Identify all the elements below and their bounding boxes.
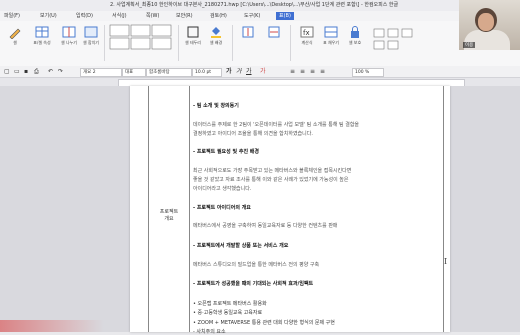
paragraph-line: 결정하였고 아이디어 조율을 통해 의견을 합치하였습니다. [193, 131, 313, 137]
paragraph-line: 데이터스를 주제로 한 2팀이 '오픈데이터를 사업 모델' 팀 소개를 통해 … [193, 122, 360, 128]
equal-width-icon [268, 26, 280, 38]
fill-table-icon [324, 26, 338, 38]
title-bar: 2. 사업계획서_최종10 한인하이브 대구본사_2180271.hwp [C:… [0, 0, 520, 11]
underline-icon[interactable]: 가 [246, 67, 252, 76]
section-heading: - 프로젝트가 성공했을 때의 기대되는 사회적 효과/임팩트 [193, 281, 314, 287]
bold-icon[interactable]: 가 [226, 67, 232, 76]
print-icon[interactable]: ⎙ [34, 67, 39, 76]
table-style-gallery[interactable] [108, 24, 174, 51]
table-content-cell[interactable]: - 팀 소개 및 창의동기데이터스를 주제로 한 2팀이 '오픈데이터를 사업 … [188, 86, 444, 335]
split-cell-icon [62, 26, 76, 38]
text-cursor-icon: I [444, 257, 448, 266]
menu-file[interactable]: 파일(F) [4, 11, 20, 21]
webcam-label: 이용 [463, 42, 476, 48]
ribbon-fill-table-button[interactable]: 표 채우기 [320, 25, 342, 46]
align-right-icon[interactable]: ≡ [310, 67, 315, 76]
align-justify-icon[interactable]: ≡ [320, 67, 325, 76]
menu-table[interactable]: 표(B) [276, 12, 294, 20]
new-doc-icon[interactable]: ▢ [4, 67, 10, 76]
menu-insert[interactable]: 입력(D) [76, 11, 93, 21]
pencil-icon [9, 28, 21, 40]
paragraph-line: 메타버스 스튜디오의 빌드업을 통한 메타버스 전의 평양 구축 [193, 262, 320, 268]
section-heading: - 프로젝트에서 개발할 상품 또는 서비스 개요 [193, 243, 289, 249]
menu-security[interactable]: 보안(R) [176, 11, 193, 21]
menu-tools[interactable]: 도구(K) [244, 11, 260, 21]
menu-bar: 파일(F) 보기(U) 입력(D) 서식(J) 쪽(W) 보안(R) 검토(H)… [0, 11, 520, 21]
svg-text:fx: fx [303, 29, 310, 37]
menu-view[interactable]: 보기(U) [40, 11, 57, 21]
ribbon-equal-height-button[interactable] [236, 25, 260, 40]
webcam-overlay: 이용 [459, 0, 520, 50]
merge-cell-icon [84, 26, 98, 38]
section-heading: - 팀 소개 및 창의동기 [193, 103, 239, 109]
bullet-item: • 오픈랩 프로젝트 메타버스 활용화 [193, 301, 267, 307]
ribbon-cell-protect-button[interactable]: 셀 보호 [344, 25, 366, 46]
open-folder-icon[interactable]: ▭ [14, 67, 20, 76]
ribbon-split-cell-button[interactable]: 셀 나누기 [58, 25, 80, 46]
section-heading: - 프로젝트 필요성 및 추진 배경 [193, 149, 259, 155]
ribbon-more-tools[interactable] [372, 27, 432, 57]
font-size-select[interactable]: 10.0 pt [192, 68, 222, 77]
paragraph-line: 최근 사회적으로도 가장 주목받고 있는 메타버스와 블록체인을 접목시킨다면 [193, 168, 352, 174]
equal-height-icon [242, 26, 254, 38]
redo-icon[interactable]: ↷ [58, 67, 63, 76]
menu-page[interactable]: 쪽(W) [146, 11, 159, 21]
lock-icon [351, 26, 359, 38]
ribbon-toolbar: 셀 표/셀 속성 셀 나누기 셀 합치기 셀 테두리 셀 배경 fx 계산식 표… [0, 21, 520, 67]
align-center-icon[interactable]: ≡ [300, 67, 305, 76]
save-icon[interactable]: ▪ [24, 67, 28, 76]
paragraph-line: 아이디어라고 생각했습니다. [193, 186, 252, 192]
ribbon-divider [178, 25, 179, 61]
table-style-grid-icon [109, 24, 172, 50]
bullet-item: • 중·고등학생 동일교육 고육자료 [193, 310, 263, 316]
font-color-icon[interactable]: 가 [260, 67, 266, 76]
paragraph-line: 좋을 것 같았고 자료 조사를 통해 이와 같은 사례가 있었기에 가능성이 높… [193, 177, 349, 183]
zoom-select[interactable]: 100 % [352, 68, 384, 77]
ruler [0, 78, 520, 87]
window-title: 2. 사업계획서_최종10 한인하이브 대구본사_2180271.hwp [C:… [110, 2, 399, 8]
italic-icon[interactable]: 가 [236, 67, 242, 76]
menu-format[interactable]: 서식(J) [112, 11, 127, 21]
table-properties-icon [35, 26, 49, 38]
bullet-item: • ZOOM + METAVERSE 통용 관련 대회 다양한 형식의 문제 구… [193, 320, 335, 326]
ribbon-cell-border-button[interactable]: 셀 테두리 [182, 25, 204, 46]
ribbon-merge-cell-button[interactable]: 셀 합치기 [80, 25, 102, 46]
ribbon-divider [104, 25, 105, 61]
format-bar: ▢ ▭ ▪ ⎙ ↶ ↷ 개요 2 대표 함초롬바탕 10.0 pt 가 가 가 … [0, 66, 520, 78]
table-label-column[interactable]: 프로젝트 개요 [148, 86, 190, 332]
ribbon-table-props-button[interactable]: 표/셀 속성 [30, 25, 54, 46]
section-heading: - 프로젝트 아이디어의 개요 [193, 205, 251, 211]
ribbon-divider [290, 25, 291, 61]
ribbon-equal-width-button[interactable] [262, 25, 286, 40]
font-lang-select[interactable]: 대표 [122, 68, 146, 77]
ribbon-cell-fill-button[interactable]: 셀 배경 [206, 25, 226, 46]
ribbon-divider [232, 25, 233, 61]
menu-review[interactable]: 검토(H) [210, 11, 227, 21]
fill-bucket-icon [211, 27, 221, 38]
font-select[interactable]: 함초롬바탕 [146, 68, 192, 77]
section-label: 프로젝트 개요 [159, 209, 179, 222]
style-select[interactable]: 개요 2 [80, 68, 122, 77]
cell-border-icon [187, 26, 199, 38]
align-left-icon[interactable]: ≡ [290, 67, 295, 76]
formula-icon: fx [300, 26, 314, 38]
toolbar-more-icon [373, 28, 413, 50]
paragraph-line: 메타버스에서 공영을 구축하여 동일교육자료 등 다양한 컨텐츠를 판매 [193, 223, 338, 229]
ribbon-formula-button[interactable]: fx 계산식 [296, 25, 318, 46]
presenter-face [478, 13, 494, 31]
ribbon-cell-button[interactable]: 셀 [4, 25, 26, 46]
document-page[interactable]: 프로젝트 개요 - 팀 소개 및 창의동기데이터스를 주제로 한 2팀이 '오픈… [130, 86, 450, 335]
taskbar-highlight [0, 320, 104, 332]
undo-icon[interactable]: ↶ [48, 67, 53, 76]
